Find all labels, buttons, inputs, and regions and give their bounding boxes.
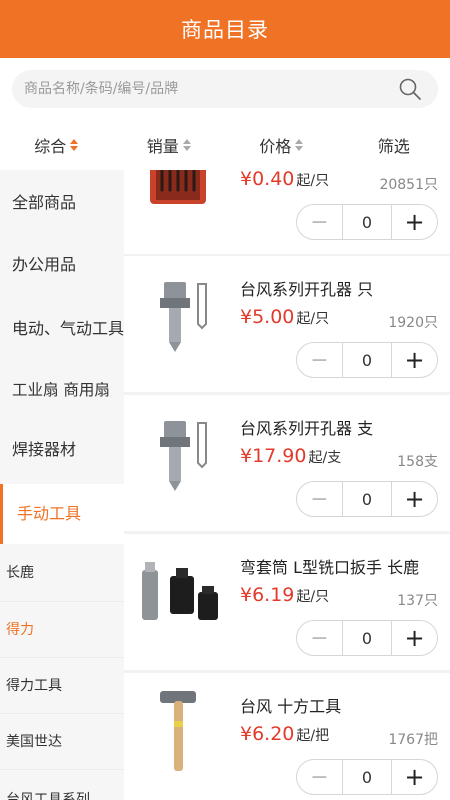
sort-label: 销量 (146, 137, 179, 156)
sidebar-item-all[interactable]: 全部商品 (0, 170, 124, 236)
sidebar-item-fans[interactable]: 工业扇 商用扇 (0, 364, 124, 416)
plus-button[interactable]: + (392, 482, 437, 516)
sidebar-item-label: 全部商品 (12, 193, 77, 212)
sidebar-item-office[interactable]: 办公用品 (0, 236, 124, 294)
product-list: ¥0.40 起/只 20851只 − 0 + 台风系列开孔器 只 ¥5.00 起/只… (124, 170, 450, 800)
sort-label: 筛选 (377, 137, 410, 156)
product-price: ¥5.00 起/只 (240, 306, 330, 328)
search-icon[interactable] (398, 77, 422, 101)
sidebar-subitem-deli[interactable]: 得力 (0, 602, 124, 658)
quantity-value[interactable]: 0 (342, 205, 392, 239)
product-card[interactable]: 台风系列开孔器 只 ¥5.00 起/只 1920只 − 0 + (124, 256, 450, 392)
quantity-value[interactable]: 0 (342, 760, 392, 794)
plus-button[interactable]: + (392, 205, 437, 239)
plus-button[interactable]: + (392, 343, 437, 377)
quantity-stepper[interactable]: − 0 + (296, 342, 438, 378)
app-header: 商品目录 (0, 0, 450, 58)
quantity-stepper[interactable]: − 0 + (296, 620, 438, 656)
product-price: ¥17.90 起/支 (240, 445, 342, 467)
quantity-stepper[interactable]: − 0 + (296, 481, 438, 517)
category-sidebar: 全部商品 办公用品 电动、气动工具 工业扇 商用扇 焊接器材 手动工具 长鹿 得… (0, 170, 124, 800)
hole-saw-image (160, 421, 207, 491)
quantity-value[interactable]: 0 (342, 343, 392, 377)
sidebar-item-label: 长鹿 (6, 564, 34, 581)
sort-price[interactable]: 价格 (225, 120, 338, 170)
hole-saw-image (160, 282, 207, 352)
product-price: ¥6.19 起/只 (240, 584, 330, 606)
filter-button[interactable]: 筛选 (338, 120, 450, 170)
product-card[interactable]: 台风 十方工具 ¥6.20 起/把 1767把 − 0 + (124, 673, 450, 800)
product-name: 台风系列开孔器 只 (240, 280, 374, 299)
product-name: 弯套筒 L型铣口扳手 长鹿 (240, 558, 420, 577)
product-price: ¥6.20 起/把 (240, 723, 330, 745)
sort-arrows-icon (295, 139, 304, 151)
sort-comprehensive[interactable]: 综合 (0, 120, 113, 170)
sidebar-subitem-changlu[interactable]: 长鹿 (0, 544, 124, 602)
sidebar-subitem-taifeng[interactable]: 台风工具系列 (0, 770, 124, 800)
minus-button[interactable]: − (297, 621, 342, 655)
sidebar-item-label: 手动工具 (17, 504, 82, 523)
sort-label: 综合 (34, 137, 67, 156)
product-card[interactable]: 弯套筒 L型铣口扳手 长鹿 ¥6.19 起/只 137只 − 0 + (124, 534, 450, 670)
sidebar-item-welding[interactable]: 焊接器材 (0, 416, 124, 484)
sidebar-item-label: 得力工具 (6, 677, 62, 694)
product-name: 台风系列开孔器 支 (240, 419, 374, 438)
search-area (0, 58, 450, 120)
sidebar-item-label: 焊接器材 (12, 440, 77, 459)
product-stock: 1920只 (388, 315, 438, 331)
product-card[interactable]: ¥0.40 起/只 20851只 − 0 + (124, 170, 450, 254)
product-card[interactable]: 台风系列开孔器 支 ¥17.90 起/支 158支 − 0 + (124, 395, 450, 531)
sidebar-item-label: 办公用品 (12, 255, 77, 274)
hammer-image (160, 691, 196, 771)
sort-bar: 综合 销量 价格 筛选 (0, 120, 450, 170)
minus-button[interactable]: − (297, 760, 342, 794)
sort-label: 价格 (259, 137, 292, 156)
quantity-value[interactable]: 0 (342, 482, 392, 516)
sidebar-item-label: 电动、气动工具 (12, 319, 124, 338)
minus-button[interactable]: − (297, 205, 342, 239)
product-stock: 20851只 (379, 177, 438, 193)
search-box[interactable] (12, 70, 438, 108)
page-title: 商品目录 (181, 18, 269, 42)
screwdriver-set-image (150, 170, 206, 204)
plus-button[interactable]: + (392, 621, 437, 655)
quantity-value[interactable]: 0 (342, 621, 392, 655)
sort-arrows-icon (182, 139, 191, 151)
product-name: 台风 十方工具 (240, 697, 342, 716)
product-price: ¥0.40 起/只 (240, 170, 330, 190)
sidebar-subitem-sata[interactable]: 美国世达 (0, 714, 124, 770)
sort-arrows-icon (70, 139, 79, 151)
sidebar-item-hand-tools[interactable]: 手动工具 (0, 484, 124, 544)
sidebar-item-label: 美国世达 (6, 733, 62, 750)
product-stock: 1767把 (388, 732, 438, 748)
sidebar-item-label: 工业扇 商用扇 (12, 381, 110, 399)
product-stock: 158支 (397, 454, 438, 470)
sidebar-item-label: 台风工具系列 (6, 792, 90, 800)
search-input[interactable] (24, 70, 384, 108)
minus-button[interactable]: − (297, 482, 342, 516)
plus-button[interactable]: + (392, 760, 437, 794)
sidebar-item-label: 得力 (6, 621, 34, 638)
quantity-stepper[interactable]: − 0 + (296, 204, 438, 240)
product-stock: 137只 (397, 593, 438, 609)
quantity-stepper[interactable]: − 0 + (296, 759, 438, 795)
socket-adapter-image (142, 562, 218, 620)
sidebar-item-power-tools[interactable]: 电动、气动工具 (0, 294, 124, 364)
sidebar-subitem-deli-tools[interactable]: 得力工具 (0, 658, 124, 714)
sort-sales[interactable]: 销量 (113, 120, 226, 170)
minus-button[interactable]: − (297, 343, 342, 377)
